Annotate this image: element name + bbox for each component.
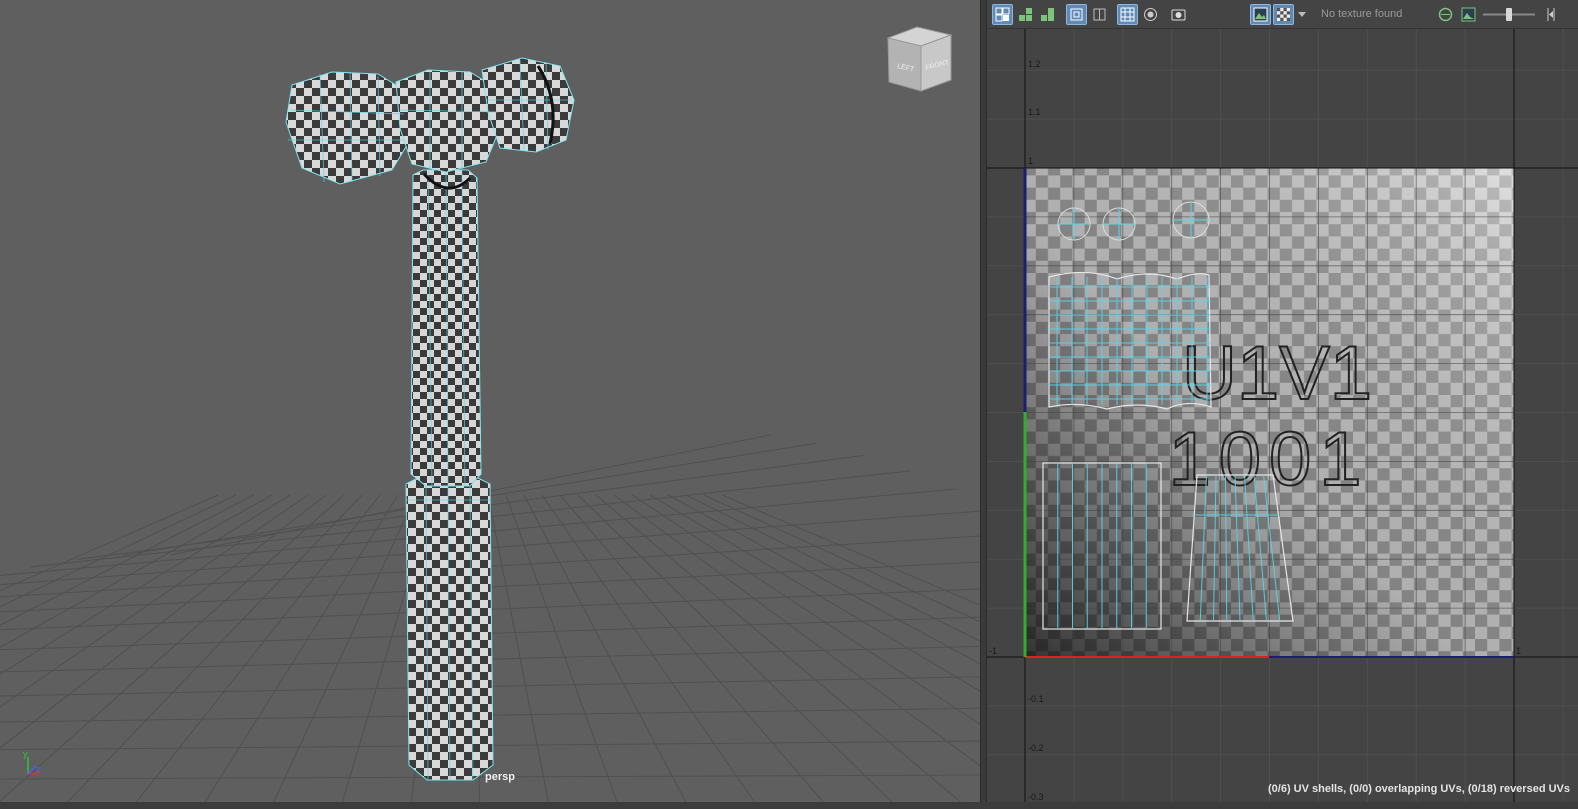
shaded-icon[interactable] [1089, 4, 1110, 25]
texture-status-label: No texture found [1321, 8, 1403, 20]
uv-tile-number: 1001 [1168, 417, 1369, 502]
hammer-mesh[interactable] [285, 57, 575, 781]
uv-editor-panel[interactable]: No texture found U1V1 1001 1.2 1.1 1 -0.… [987, 0, 1578, 802]
camera-name-label: persp [485, 771, 515, 783]
bottom-strip [0, 802, 1578, 809]
image-display-icon[interactable] [1250, 4, 1271, 25]
exposure-slider-icon[interactable] [1481, 4, 1537, 25]
snapshot-icon[interactable] [1168, 4, 1189, 25]
v-tick-label: 1 [1028, 156, 1033, 166]
grid-icon[interactable] [1117, 4, 1138, 25]
view-cube[interactable]: LEFT FRONT [886, 26, 953, 92]
checker-icon[interactable] [1273, 4, 1294, 25]
uv-canvas[interactable]: U1V1 1001 1.2 1.1 1 -0.1 -0.2 -0.3 -1 1 [987, 29, 1578, 802]
u-tick-label-left: -1 [989, 646, 997, 656]
v-tick-label: 1.2 [1028, 59, 1041, 69]
uv-shell-alt-icon[interactable] [1015, 4, 1036, 25]
gamma-icon[interactable] [1543, 4, 1559, 25]
axis-y-label: y [23, 749, 28, 759]
pin-icon[interactable] [1140, 4, 1161, 25]
v-tick-label: 1.1 [1028, 107, 1041, 117]
wireframe-icon[interactable] [1066, 4, 1087, 25]
viewport-scene[interactable]: y z LEFT FRONT [0, 0, 980, 802]
uv-shell-icon[interactable] [992, 4, 1013, 25]
uv-toolbar: No texture found [987, 0, 1578, 29]
texture-filter-icon[interactable] [1435, 4, 1456, 25]
image-icon[interactable] [1458, 4, 1479, 25]
hammer-head-left [285, 71, 411, 185]
perspective-viewport[interactable]: y z LEFT FRONT persp [0, 0, 980, 802]
axis-z-label: z [36, 764, 41, 774]
uv-shell-grow-icon[interactable] [1037, 4, 1058, 25]
u-tick-label-right: 1 [1516, 646, 1521, 656]
panel-divider[interactable] [980, 0, 987, 809]
uv-status-text: (0/6) UV shells, (0/0) overlapping UVs, … [1267, 783, 1570, 795]
v-tick-label: -0.1 [1028, 694, 1044, 704]
dropdown-icon[interactable] [1296, 4, 1308, 25]
v-tick-label: -0.2 [1028, 743, 1044, 753]
v-tick-label: -0.3 [1028, 792, 1044, 802]
